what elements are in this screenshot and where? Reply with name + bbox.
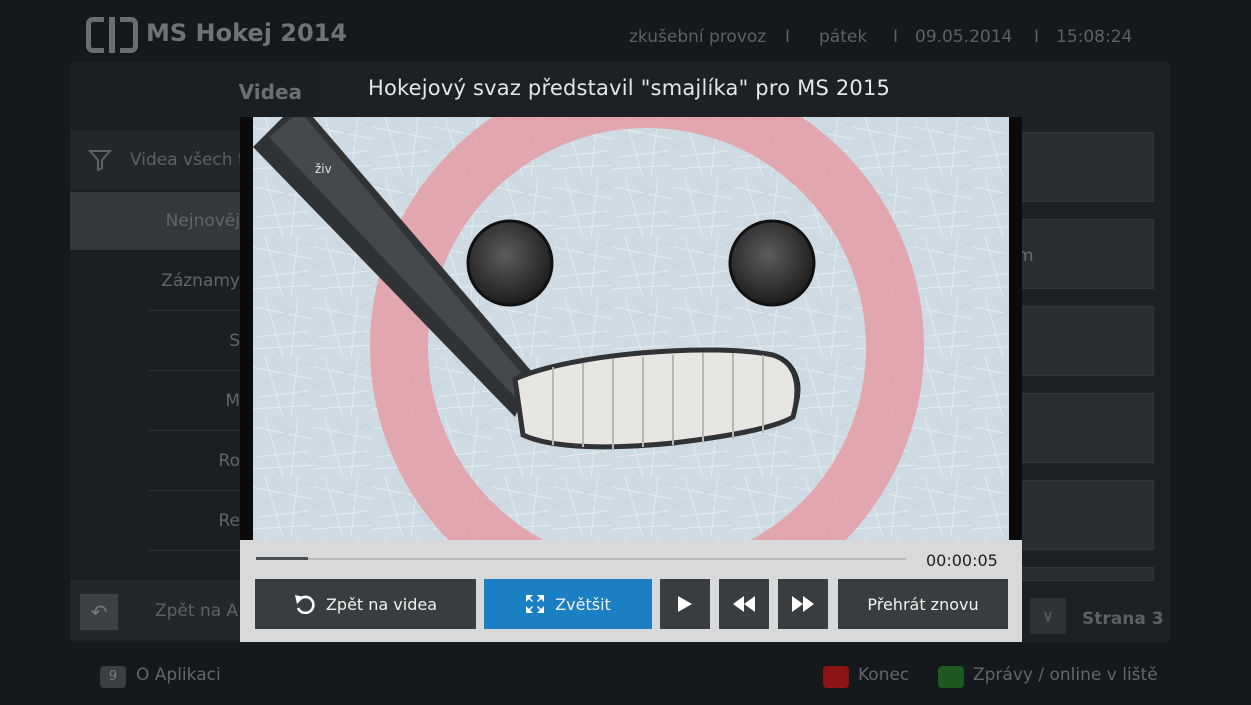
clock-label: 15:08:24 (1056, 27, 1133, 47)
page-label: Strana 3 (1082, 609, 1164, 629)
filter-label: Videa všech t (130, 150, 245, 170)
sidebar-item-6[interactable]: Re (70, 511, 240, 531)
ct-logo-icon (86, 17, 138, 53)
fast-forward-icon (791, 595, 815, 613)
replay-label: Přehrát znovu (867, 594, 979, 614)
header-separator: I (785, 27, 791, 47)
replay-button[interactable]: Přehrát znovu (838, 579, 1008, 629)
undo-arrow-icon (294, 594, 316, 614)
expand-icon (525, 594, 545, 614)
play-button[interactable] (660, 579, 710, 629)
list-item[interactable] (1010, 306, 1154, 376)
sidebar-item-5[interactable]: Ro (70, 451, 240, 471)
day-label: pátek (819, 27, 868, 47)
back-icon[interactable]: ↶ (80, 594, 118, 630)
back-label: Zpět na A (155, 601, 239, 621)
app-title: MS Hokej 2014 (146, 19, 348, 47)
header-separator: I (893, 27, 899, 47)
video-overlay-text: živ (315, 162, 332, 176)
date-label: 09.05.2014 (915, 27, 1013, 47)
sidebar-item-records[interactable]: Záznamy (70, 271, 240, 291)
exit-label[interactable]: Konec (858, 665, 909, 685)
key-9-icon: 9 (100, 666, 126, 688)
mode-label: zkušební provoz (629, 27, 767, 47)
list-item[interactable] (1010, 132, 1154, 202)
page-down-button[interactable]: ∨ (1030, 598, 1066, 634)
news-label[interactable]: Zprávy / online v liště (973, 665, 1158, 685)
about-label[interactable]: O Aplikaci (136, 665, 221, 685)
enlarge-label: Zvětšit (555, 594, 611, 614)
progress-fill (256, 557, 308, 560)
red-key-icon (823, 666, 849, 688)
fast-forward-button[interactable] (778, 579, 828, 629)
video-image: živ (253, 117, 1009, 540)
header-separator: I (1034, 27, 1040, 47)
list-item[interactable] (1010, 393, 1154, 463)
video-title: Hokejový svaz představil "smajlíka" pro … (368, 76, 891, 100)
video-frame[interactable]: živ (240, 117, 1022, 540)
list-item[interactable] (1010, 567, 1154, 581)
sidebar-item-4[interactable]: M (70, 391, 240, 411)
elapsed-time: 00:00:05 (926, 551, 998, 570)
enlarge-button[interactable]: Zvětšit (484, 579, 652, 629)
list-item[interactable] (1010, 480, 1154, 550)
progress-track[interactable] (256, 558, 906, 560)
sidebar-item-newest[interactable]: Nejnověj (70, 211, 240, 231)
play-icon (677, 595, 693, 613)
back-to-videos-label: Zpět na videa (325, 594, 438, 614)
rewind-icon (732, 595, 756, 613)
green-key-icon (938, 666, 964, 688)
back-to-videos-button[interactable]: Zpět na videa (255, 579, 476, 629)
filter-icon (87, 148, 113, 177)
rewind-button[interactable] (719, 579, 769, 629)
sidebar-item-3[interactable]: S (70, 331, 240, 351)
sidebar-title: Videa (238, 80, 302, 104)
